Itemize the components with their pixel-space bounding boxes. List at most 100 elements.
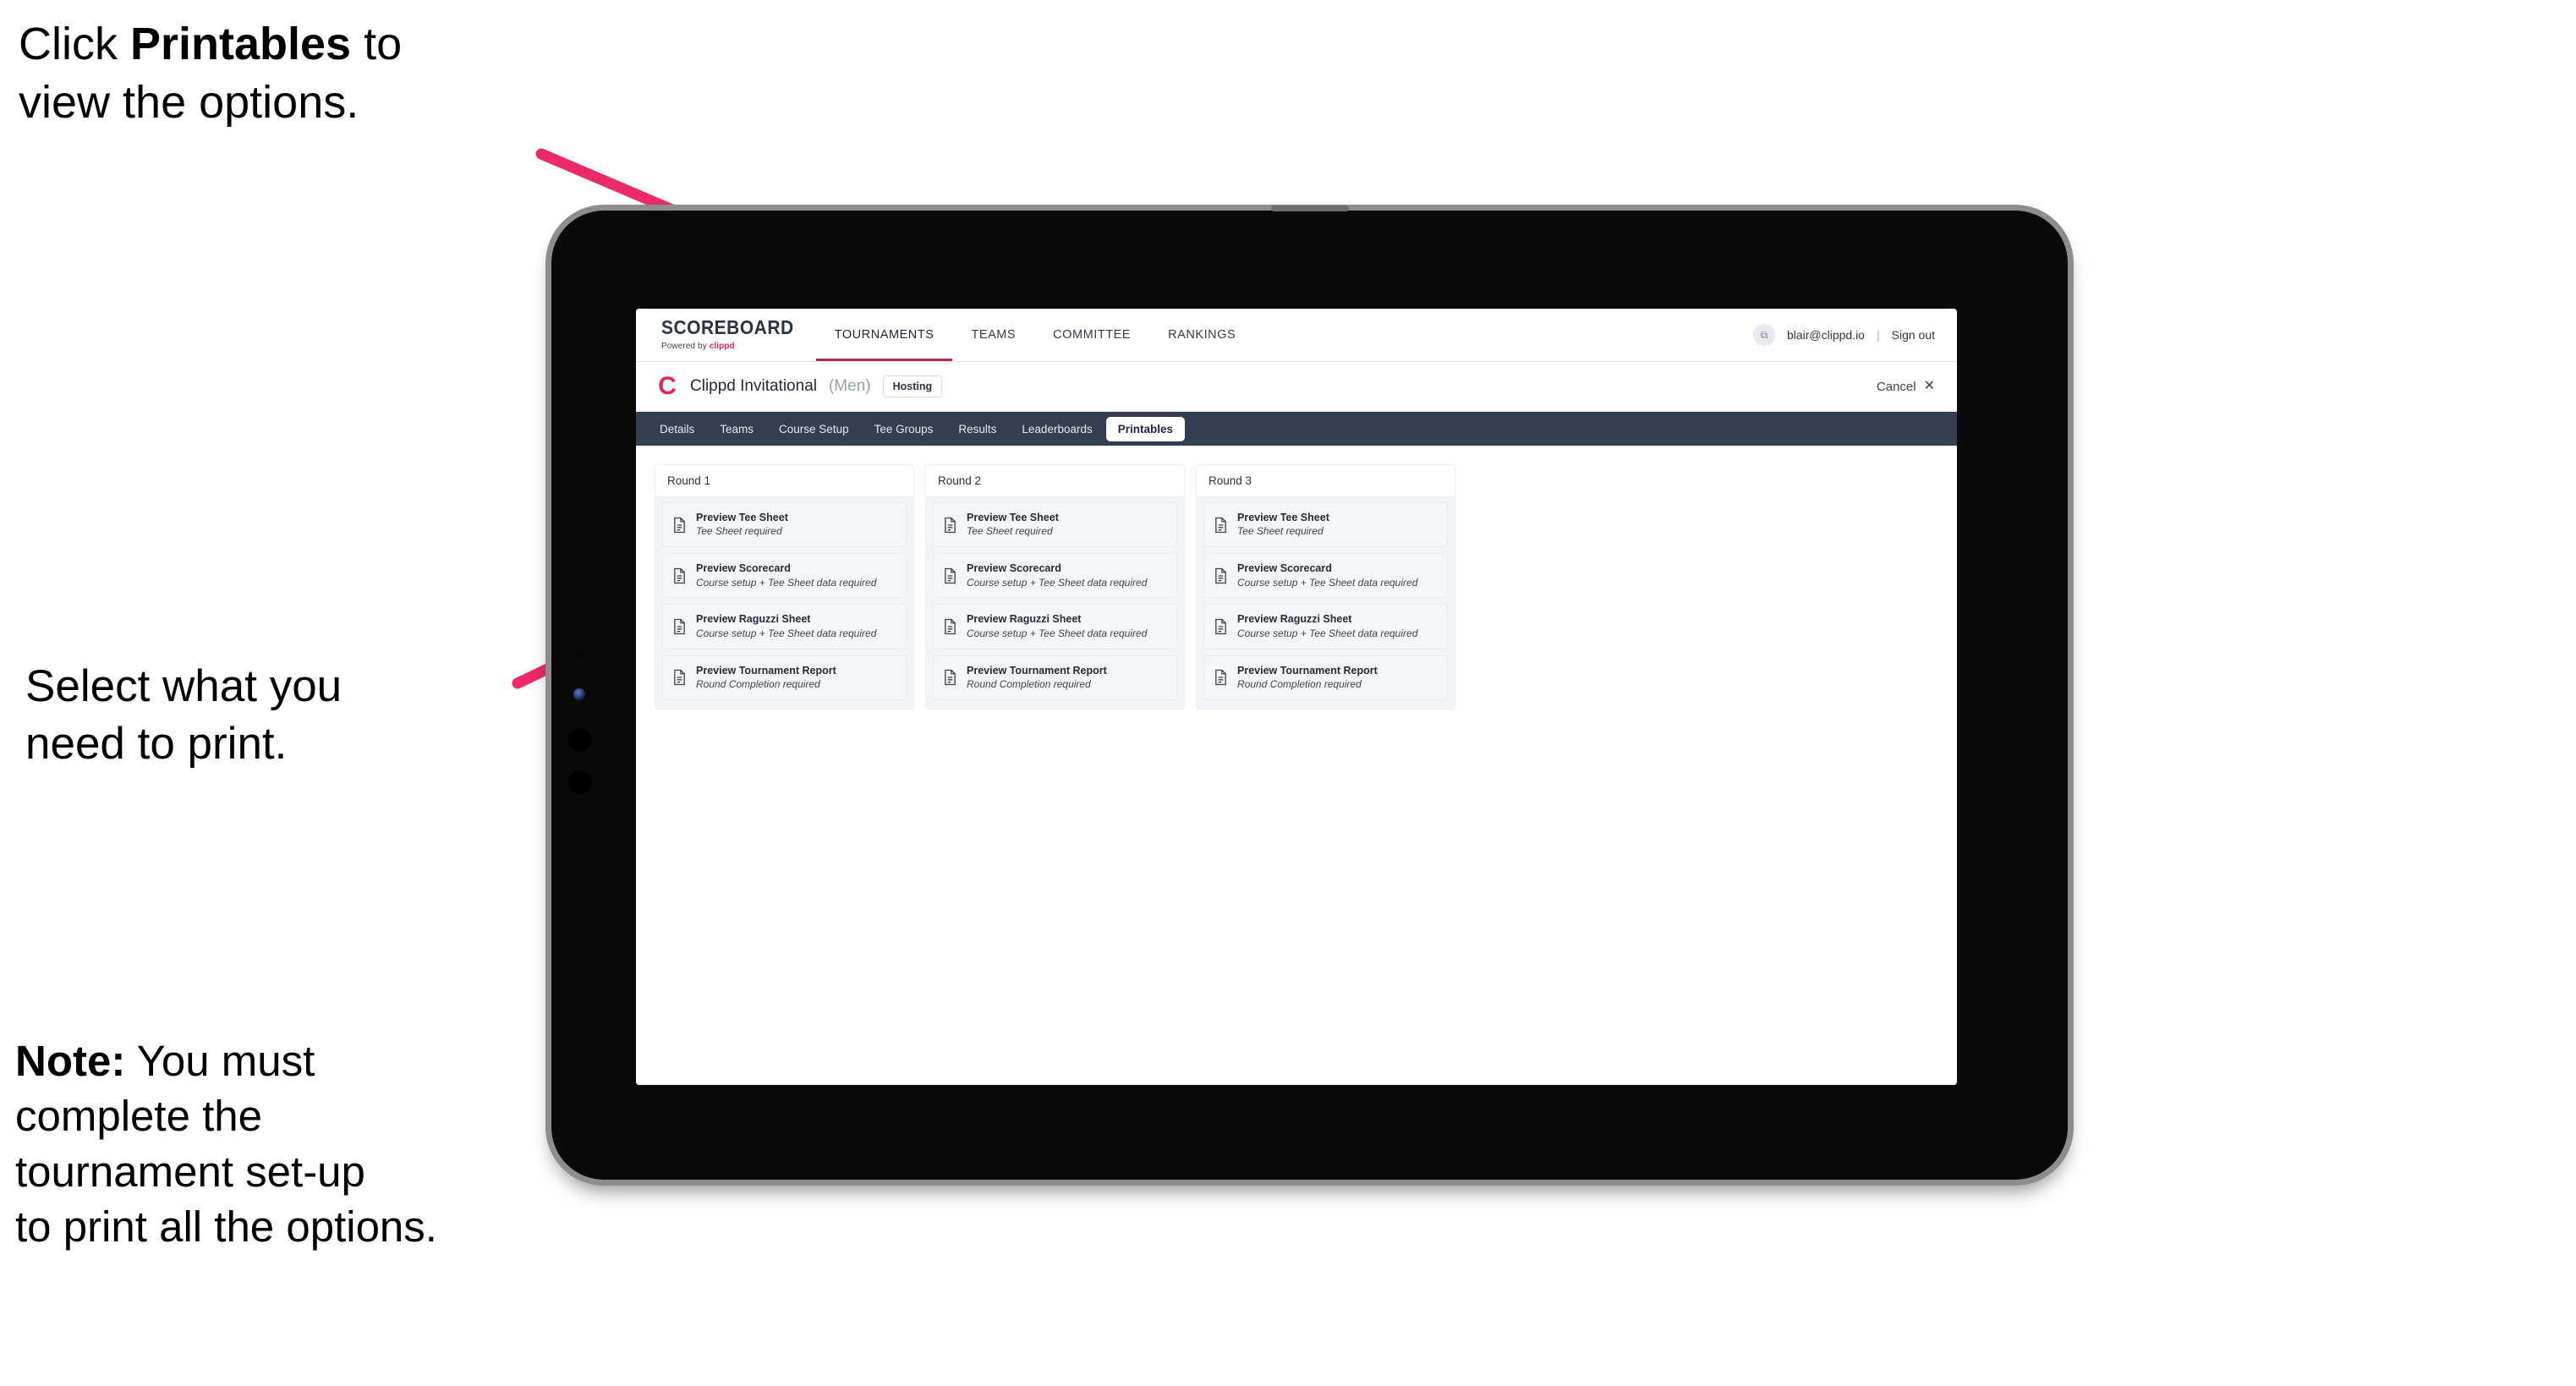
tournament-tab-bar: Details Teams Course Setup Tee Groups Re… (636, 412, 1957, 446)
printable-item-title: Preview Scorecard (696, 562, 791, 575)
app-screen: SCOREBOARD Powered by clippd TOURNAMENTS… (636, 309, 1957, 1085)
printable-item-tournament-report[interactable]: Preview Tournament Report Round Completi… (933, 655, 1177, 700)
tournament-name: Clippd Invitational (690, 377, 817, 395)
annotation-note-bold: Note: (15, 1037, 126, 1085)
printable-item-requirement: Round Completion required (967, 677, 1091, 690)
document-icon (945, 669, 956, 686)
brand-subtitle: Powered by clippd (661, 342, 794, 351)
round-items-list: Preview Tee Sheet Tee Sheet required Pre… (1197, 497, 1455, 709)
round-column-1: Round 1 Preview Tee Sheet Tee Sheet requ… (655, 464, 914, 709)
printables-content: Round 1 Preview Tee Sheet Tee Sheet requ… (636, 446, 1957, 1085)
round-column-2: Round 2 Preview Tee Sheet Tee Sheet requ… (925, 464, 1185, 709)
annotation-select-print: Select what you need to print. (25, 661, 343, 769)
nav-item-rankings[interactable]: RANKINGS (1149, 309, 1254, 361)
close-icon: ✕ (1923, 379, 1935, 393)
tournament-gender: (Men) (828, 377, 871, 395)
annotation-click-printables: Click Printables to view the options. (19, 15, 543, 132)
tab-details[interactable]: Details (648, 417, 706, 441)
user-area-separator: | (1876, 328, 1880, 342)
printable-item-requirement: Course setup + Tee Sheet data required (1237, 576, 1418, 589)
printable-item-title: Preview Raguzzi Sheet (696, 613, 811, 626)
tab-tee-groups[interactable]: Tee Groups (863, 417, 945, 441)
printable-item-requirement: Tee Sheet required (967, 525, 1053, 538)
printable-item-requirement: Course setup + Tee Sheet data required (696, 627, 877, 639)
printable-item-raguzzi-sheet[interactable]: Preview Raguzzi Sheet Course setup + Tee… (1203, 604, 1448, 649)
tablet-device-frame: SCOREBOARD Powered by clippd TOURNAMENTS… (551, 205, 2068, 1180)
document-icon (1215, 618, 1226, 635)
speaker-slit (1270, 205, 1349, 211)
sign-out-link[interactable]: Sign out (1892, 328, 1935, 342)
scoreboard-logo[interactable]: SCOREBOARD Powered by clippd (636, 309, 816, 361)
document-icon (674, 618, 685, 635)
printable-item-title: Preview Tee Sheet (696, 512, 788, 523)
document-icon (674, 567, 685, 583)
printable-item-scorecard[interactable]: Preview Scorecard Course setup + Tee She… (662, 553, 907, 599)
printable-item-requirement: Round Completion required (696, 677, 820, 690)
printable-item-requirement: Course setup + Tee Sheet data required (967, 576, 1148, 589)
annotation-top-before: Click (19, 19, 130, 69)
printable-item-title: Preview Raguzzi Sheet (967, 613, 1082, 626)
global-top-nav: SCOREBOARD Powered by clippd TOURNAMENTS… (636, 309, 1957, 362)
printable-item-title: Preview Tournament Report (967, 664, 1107, 677)
cancel-label: Cancel (1876, 379, 1916, 394)
tab-leaderboards[interactable]: Leaderboards (1010, 417, 1104, 441)
clippd-logo-icon: C (658, 372, 677, 400)
printable-item-tee-sheet[interactable]: Preview Tee Sheet Tee Sheet required (933, 502, 1177, 548)
tab-results[interactable]: Results (946, 417, 1008, 441)
cancel-button[interactable]: Cancel ✕ (1877, 380, 1935, 394)
round-items-list: Preview Tee Sheet Tee Sheet required Pre… (655, 497, 913, 709)
round-title: Round 3 (1197, 465, 1455, 497)
tab-course-setup[interactable]: Course Setup (767, 417, 861, 441)
nav-item-tournaments[interactable]: TOURNAMENTS (815, 309, 953, 361)
brand-sub-clippd: clippd (709, 342, 735, 351)
printable-item-scorecard[interactable]: Preview Scorecard Course setup + Tee She… (1203, 553, 1448, 599)
printable-item-raguzzi-sheet[interactable]: Preview Raguzzi Sheet Course setup + Tee… (933, 604, 1177, 649)
printable-item-title: Preview Tournament Report (1237, 664, 1378, 677)
round-title: Round 1 (655, 465, 913, 497)
tab-teams[interactable]: Teams (708, 417, 765, 441)
printable-item-tee-sheet[interactable]: Preview Tee Sheet Tee Sheet required (1203, 502, 1448, 548)
brand-title: SCOREBOARD (661, 316, 794, 339)
printable-item-title: Preview Raguzzi Sheet (1237, 613, 1352, 626)
side-button-lower[interactable] (568, 770, 592, 794)
user-area: ⧉ blair@clippd.io | Sign out (1752, 309, 1957, 361)
printable-item-title: Preview Scorecard (967, 562, 1061, 575)
sensor-led-icon (573, 688, 585, 700)
document-icon (945, 567, 956, 583)
avatar[interactable]: ⧉ (1752, 324, 1775, 346)
nav-item-committee[interactable]: COMMITTEE (1034, 309, 1149, 361)
status-badge: Hosting (882, 375, 943, 397)
printable-item-tournament-report[interactable]: Preview Tournament Report Round Completi… (662, 655, 907, 700)
printable-item-requirement: Course setup + Tee Sheet data required (967, 627, 1148, 639)
document-icon (674, 669, 685, 686)
nav-item-teams[interactable]: TEAMS (952, 309, 1034, 361)
printable-item-tee-sheet[interactable]: Preview Tee Sheet Tee Sheet required (662, 502, 907, 548)
printable-item-title: Preview Tee Sheet (1237, 512, 1329, 523)
annotation-top-bold: Printables (130, 19, 352, 69)
document-icon (1215, 517, 1226, 533)
printable-item-title: Preview Tee Sheet (967, 512, 1059, 523)
round-title: Round 2 (926, 465, 1184, 497)
round-column-3: Round 3 Preview Tee Sheet Tee Sheet requ… (1196, 464, 1455, 709)
printable-item-scorecard[interactable]: Preview Scorecard Course setup + Tee She… (933, 553, 1177, 599)
printable-item-requirement: Round Completion required (1237, 677, 1362, 690)
camera-icon (575, 650, 584, 659)
tournament-header: C Clippd Invitational (Men) Hosting Canc… (636, 362, 1957, 412)
document-icon (674, 517, 685, 533)
printable-item-title: Preview Tournament Report (696, 664, 836, 677)
annotation-note: Note: You must complete the tournament s… (15, 1033, 641, 1254)
round-items-list: Preview Tee Sheet Tee Sheet required Pre… (926, 497, 1184, 709)
printable-item-requirement: Tee Sheet required (696, 525, 782, 538)
document-icon (945, 517, 956, 533)
tab-printables[interactable]: Printables (1105, 416, 1186, 441)
document-icon (945, 618, 956, 635)
printable-item-raguzzi-sheet[interactable]: Preview Raguzzi Sheet Course setup + Tee… (662, 604, 907, 649)
brand-sub-prefix: Powered by (661, 342, 710, 351)
document-icon (1215, 567, 1226, 583)
document-icon (1215, 669, 1226, 686)
printable-item-tournament-report[interactable]: Preview Tournament Report Round Completi… (1203, 655, 1448, 700)
printable-item-requirement: Course setup + Tee Sheet data required (696, 576, 877, 589)
user-email-label: blair@clippd.io (1786, 328, 1865, 342)
side-button-upper[interactable] (568, 728, 592, 752)
printable-item-requirement: Course setup + Tee Sheet data required (1237, 627, 1418, 639)
